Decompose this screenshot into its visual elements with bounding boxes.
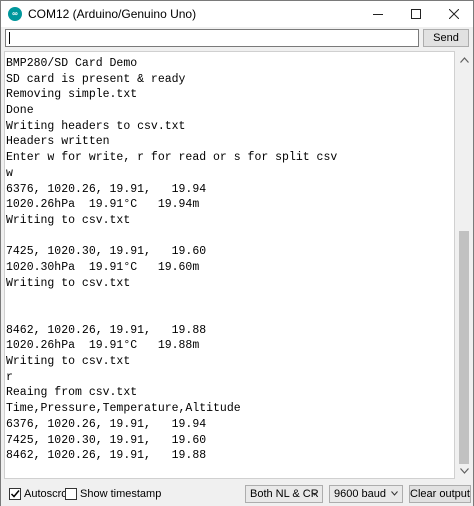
output-line: Reaing from csv.txt [6, 386, 138, 400]
minimize-button[interactable] [359, 1, 397, 27]
serial-monitor-window: ∞ COM12 (Arduino/Genuino Uno) Send BMP28… [0, 0, 474, 506]
output-line: Writing headers to csv.txt [6, 119, 186, 133]
text-caret [9, 32, 10, 44]
output-line: 1020.26hPa 19.91°C 19.88m [6, 339, 200, 353]
output-line: Done [6, 104, 34, 118]
send-input[interactable] [5, 29, 419, 47]
send-button[interactable]: Send [423, 29, 469, 47]
send-bar: Send [1, 27, 473, 49]
close-button[interactable] [435, 1, 473, 27]
status-bar: Autoscroll Show timestamp Both NL & CR 9… [1, 482, 473, 506]
output-line: Writing to csv.txt [6, 213, 131, 227]
window-controls [359, 1, 473, 27]
output-line: Enter w for write, r for read or s for s… [6, 151, 338, 165]
output-line: SD card is present & ready [6, 72, 186, 86]
serial-output-area[interactable]: BMP280/SD Card Demo SD card is present & … [4, 51, 455, 479]
maximize-button[interactable] [397, 1, 435, 27]
output-line: Headers written [6, 135, 110, 149]
window-title: COM12 (Arduino/Genuino Uno) [28, 7, 197, 21]
show-timestamp-label: Show timestamp [80, 488, 162, 500]
arduino-logo-icon: ∞ [8, 7, 22, 21]
scroll-down-arrow[interactable] [456, 462, 473, 479]
output-line: Removing simple.txt [6, 88, 138, 102]
baud-rate-select[interactable]: 9600 baud [329, 485, 403, 503]
output-lines: BMP280/SD Card Demo SD card is present & … [5, 52, 454, 478]
output-line: 6376, 1020.26, 19.91, 19.94 [6, 417, 207, 431]
scrollbar-thumb[interactable] [459, 231, 469, 464]
minimize-icon [373, 14, 383, 15]
output-line: 7425, 1020.30, 19.91, 19.60 [6, 245, 207, 259]
output-line: Time,Pressure,Temperature,Altitude [6, 402, 241, 416]
output-scrollbar[interactable] [456, 51, 473, 479]
output-line: 7425, 1020.30, 19.91, 19.60 [6, 433, 207, 447]
output-line: w [6, 166, 13, 180]
line-ending-select[interactable]: Both NL & CR [245, 485, 323, 503]
output-line: 1020.30hPa 19.91°C 19.60m [6, 260, 200, 274]
output-line: 8462, 1020.26, 19.91, 19.88 [6, 449, 207, 463]
close-icon [449, 9, 459, 19]
output-line: 6376, 1020.26, 19.91, 19.94 [6, 182, 207, 196]
line-ending-value: Both NL & CR [250, 488, 319, 500]
clear-output-button[interactable]: Clear output [409, 485, 471, 503]
baud-rate-value: 9600 baud [334, 488, 386, 500]
output-line: Writing to csv.txt [6, 276, 131, 290]
autoscroll-checkbox[interactable] [9, 488, 21, 500]
checkmark-icon [10, 490, 20, 498]
chevron-down-icon [311, 491, 318, 496]
maximize-icon [411, 9, 421, 19]
output-line: BMP280/SD Card Demo [6, 57, 138, 70]
chevron-down-icon [460, 467, 469, 474]
title-bar[interactable]: ∞ COM12 (Arduino/Genuino Uno) [1, 1, 473, 27]
chevron-down-icon [391, 491, 398, 496]
output-line: r [6, 370, 13, 384]
output-line: 8462, 1020.26, 19.91, 19.88 [6, 323, 207, 337]
output-line: 1020.26hPa 19.91°C 19.94m [6, 198, 200, 212]
scroll-up-arrow[interactable] [456, 51, 473, 68]
show-timestamp-checkbox[interactable] [65, 488, 77, 500]
output-line: Writing to csv.txt [6, 355, 131, 369]
chevron-up-icon [460, 56, 469, 63]
